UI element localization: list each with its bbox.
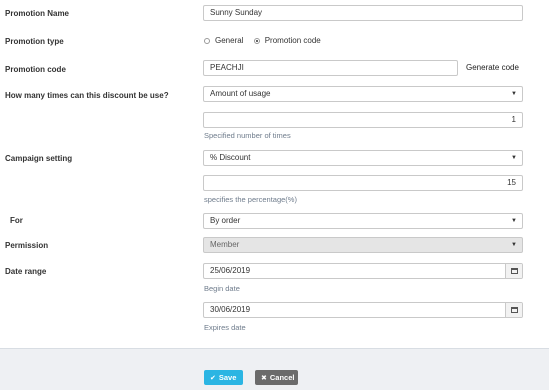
promotion-type-radio-group: General Promotion code bbox=[204, 36, 329, 46]
end-date-calendar-button[interactable] bbox=[505, 303, 522, 317]
radio-general-indicator[interactable] bbox=[204, 38, 210, 44]
usage-help-text: Specified number of times bbox=[204, 131, 291, 140]
campaign-select-value: % Discount bbox=[210, 153, 251, 162]
generate-code-button[interactable]: Generate code bbox=[466, 63, 519, 72]
radio-promotion-code[interactable]: Promotion code bbox=[253, 36, 321, 45]
begin-date-value: 25/06/2019 bbox=[210, 266, 251, 275]
promotion-name-input[interactable]: Sunny Sunday bbox=[203, 5, 523, 21]
end-date-input[interactable]: 30/06/2019 bbox=[203, 302, 523, 318]
caret-down-icon: ▼ bbox=[511, 91, 517, 97]
for-select-value: By order bbox=[210, 216, 241, 225]
begin-date-help-text: Begin date bbox=[204, 284, 240, 293]
check-icon: ✔ bbox=[210, 375, 216, 382]
usage-select-value: Amount of usage bbox=[210, 89, 271, 98]
end-date-value: 30/06/2019 bbox=[210, 305, 251, 314]
campaign-select[interactable]: % Discount ▼ bbox=[203, 150, 523, 166]
radio-promotion-code-label: Promotion code bbox=[264, 36, 321, 45]
close-icon: ✖ bbox=[261, 375, 267, 382]
caret-down-icon: ▼ bbox=[511, 218, 517, 224]
save-button[interactable]: ✔ Save bbox=[204, 370, 243, 385]
calendar-icon bbox=[510, 306, 518, 313]
usage-label: How many times can this discount be use? bbox=[5, 91, 169, 100]
calendar-icon bbox=[510, 267, 518, 274]
for-label: For bbox=[10, 216, 23, 225]
permission-select-value: Member bbox=[210, 240, 240, 249]
radio-general-label: General bbox=[215, 36, 244, 45]
date-range-label: Date range bbox=[5, 267, 47, 276]
campaign-percent-input[interactable]: 15 bbox=[203, 175, 523, 191]
usage-select[interactable]: Amount of usage ▼ bbox=[203, 86, 523, 102]
promotion-type-label: Promotion type bbox=[5, 37, 64, 46]
begin-date-input[interactable]: 25/06/2019 bbox=[203, 263, 523, 279]
usage-count-input[interactable]: 1 bbox=[203, 112, 523, 128]
caret-down-icon: ▼ bbox=[511, 242, 517, 248]
caret-down-icon: ▼ bbox=[511, 155, 517, 161]
save-button-label: Save bbox=[218, 373, 237, 382]
end-date-help-text: Expires date bbox=[204, 323, 246, 332]
radio-promotion-code-indicator[interactable] bbox=[253, 38, 260, 44]
begin-date-calendar-button[interactable] bbox=[505, 264, 522, 278]
campaign-setting-label: Campaign setting bbox=[5, 154, 73, 163]
cancel-button[interactable]: ✖ Cancel bbox=[255, 370, 298, 385]
campaign-help-text: specifies the percentage(%) bbox=[204, 195, 297, 204]
permission-label: Permission bbox=[5, 241, 49, 250]
for-select[interactable]: By order ▼ bbox=[203, 213, 523, 229]
radio-general[interactable]: General bbox=[204, 36, 246, 45]
permission-select: Member ▼ bbox=[203, 237, 523, 253]
promotion-code-label: Promotion code bbox=[5, 65, 66, 74]
promotion-name-label: Promotion Name bbox=[5, 9, 70, 18]
promotion-code-input[interactable]: PEACHJI bbox=[203, 60, 458, 76]
cancel-button-label: Cancel bbox=[269, 373, 295, 382]
